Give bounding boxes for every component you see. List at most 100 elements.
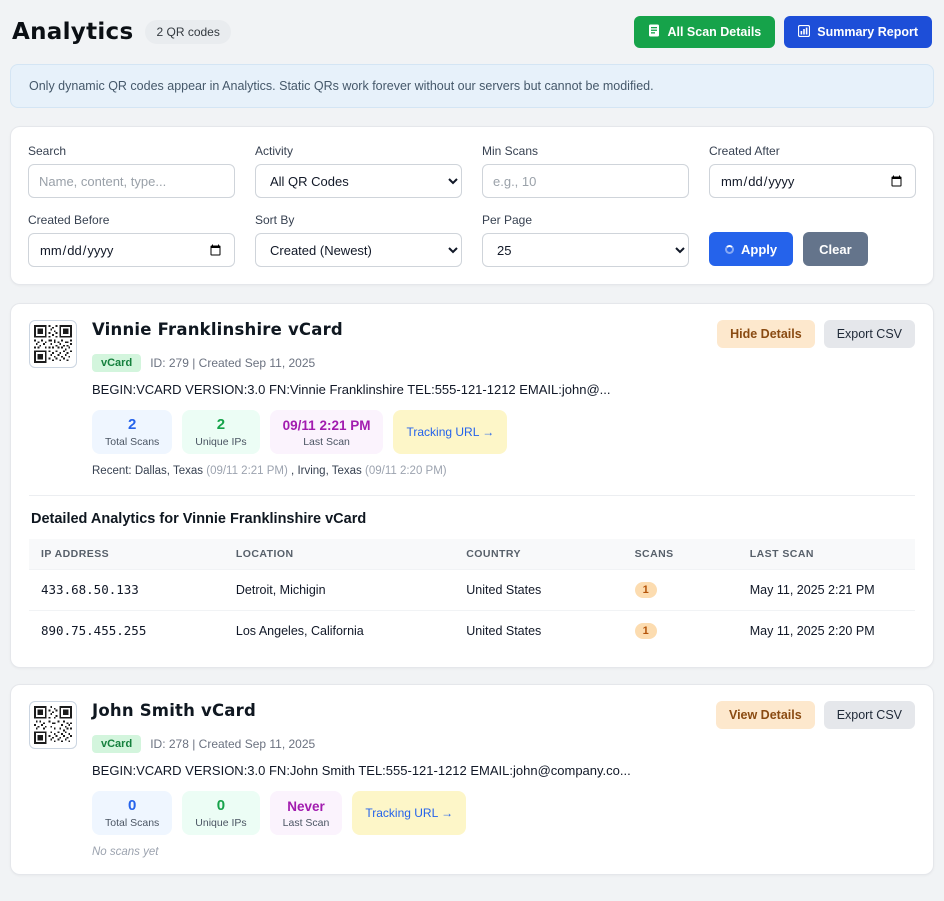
- apply-button[interactable]: Apply: [709, 232, 793, 266]
- clear-button[interactable]: Clear: [803, 232, 868, 266]
- cell-scans: 1: [623, 610, 738, 651]
- column-ip-address: IP ADDRESS: [29, 539, 224, 570]
- created-before-field-group: Created Before: [28, 213, 235, 267]
- last-scan-value: 09/11 2:21 PM: [283, 416, 371, 435]
- qr-card-vinnie: Vinnie Franklinshire vCard Hide Details …: [10, 303, 934, 668]
- column-country: COUNTRY: [454, 539, 622, 570]
- unique-ips-value: 0: [195, 797, 246, 816]
- tracking-url-link[interactable]: Tracking URL →: [406, 425, 494, 439]
- total-scans-value: 0: [105, 797, 159, 816]
- column-scans: SCANS: [623, 539, 738, 570]
- total-scans-stat: 0 Total Scans: [92, 791, 172, 835]
- type-badge: vCard: [92, 354, 141, 372]
- activity-field-group: Activity All QR Codes: [255, 144, 462, 198]
- unique-ips-label: Unique IPs: [195, 817, 246, 829]
- sort-by-field-group: Sort By Created (Newest): [255, 213, 462, 267]
- loading-spinner-icon: [725, 245, 734, 254]
- scan-details-table: IP ADDRESS LOCATION COUNTRY SCANS LAST S…: [29, 539, 915, 651]
- scan-count-badge: 1: [635, 582, 657, 598]
- info-banner-text: Only dynamic QR codes appear in Analytic…: [29, 79, 654, 93]
- search-field-group: Search: [28, 144, 235, 198]
- search-input[interactable]: [28, 164, 235, 198]
- cell-scans: 1: [623, 569, 738, 610]
- column-last-scan: LAST SCAN: [738, 539, 915, 570]
- per-page-field-group: Per Page 25: [482, 213, 689, 267]
- unique-ips-label: Unique IPs: [195, 436, 246, 448]
- last-scan-stat: 09/11 2:21 PM Last Scan: [270, 410, 384, 454]
- bar-chart-icon: [798, 25, 810, 40]
- qr-count-badge: 2 QR codes: [145, 20, 230, 44]
- last-scan-label: Last Scan: [283, 436, 371, 448]
- recent-separator: ,: [291, 465, 294, 477]
- unique-ips-value: 2: [195, 416, 246, 435]
- scan-count-badge: 1: [635, 623, 657, 639]
- tracking-url-box: Tracking URL →: [352, 791, 466, 835]
- tracking-url-link[interactable]: Tracking URL →: [365, 806, 453, 820]
- header-actions: All Scan Details Summary Report: [634, 16, 932, 48]
- search-label: Search: [28, 144, 235, 158]
- activity-select[interactable]: All QR Codes: [255, 164, 462, 198]
- content-preview: BEGIN:VCARD VERSION:3.0 FN:Vinnie Frankl…: [92, 382, 915, 397]
- qr-card-title: John Smith vCard: [92, 701, 256, 720]
- last-scan-label: Last Scan: [283, 817, 330, 829]
- qr-code-thumbnail: [29, 320, 77, 368]
- view-details-button[interactable]: View Details: [716, 701, 815, 729]
- unique-ips-stat: 0 Unique IPs: [182, 791, 259, 835]
- column-location: LOCATION: [224, 539, 454, 570]
- summary-report-label: Summary Report: [817, 25, 918, 39]
- created-after-field-group: Created After: [709, 144, 916, 198]
- export-csv-button[interactable]: Export CSV: [824, 320, 915, 348]
- created-after-input[interactable]: [709, 164, 916, 198]
- card-meta: ID: 279 | Created Sep 11, 2025: [150, 356, 315, 370]
- recent-place: Dallas, Texas: [135, 465, 203, 477]
- apply-label: Apply: [741, 242, 777, 257]
- total-scans-label: Total Scans: [105, 436, 159, 448]
- recent-time: (09/11 2:21 PM): [206, 465, 288, 477]
- total-scans-stat: 2 Total Scans: [92, 410, 172, 454]
- summary-report-button[interactable]: Summary Report: [784, 16, 932, 48]
- filter-buttons: Apply Clear: [709, 213, 916, 267]
- created-before-label: Created Before: [28, 213, 235, 227]
- total-scans-label: Total Scans: [105, 817, 159, 829]
- unique-ips-stat: 2 Unique IPs: [182, 410, 259, 454]
- min-scans-label: Min Scans: [482, 144, 689, 158]
- created-before-input[interactable]: [28, 233, 235, 267]
- info-banner: Only dynamic QR codes appear in Analytic…: [10, 64, 934, 108]
- page-header: Analytics 2 QR codes All Scan Details Su…: [10, 10, 934, 58]
- hide-details-button[interactable]: Hide Details: [717, 320, 815, 348]
- detailed-analytics-heading: Detailed Analytics for Vinnie Franklinsh…: [29, 511, 915, 527]
- page-title: Analytics: [12, 19, 133, 45]
- cell-country: United States: [454, 610, 622, 651]
- type-badge: vCard: [92, 735, 141, 753]
- tracking-url-box: Tracking URL →: [393, 410, 507, 454]
- min-scans-field-group: Min Scans: [482, 144, 689, 198]
- recent-place: Irving, Texas: [297, 465, 361, 477]
- filter-panel: Search Activity All QR Codes Min Scans C…: [10, 126, 934, 285]
- last-scan-stat: Never Last Scan: [270, 791, 343, 835]
- per-page-label: Per Page: [482, 213, 689, 227]
- detailed-analytics-section: Detailed Analytics for Vinnie Franklinsh…: [29, 495, 915, 651]
- table-header-row: IP ADDRESS LOCATION COUNTRY SCANS LAST S…: [29, 539, 915, 570]
- no-scans-text: No scans yet: [92, 846, 915, 858]
- min-scans-input[interactable]: [482, 164, 689, 198]
- last-scan-value: Never: [283, 797, 330, 816]
- card-meta: ID: 278 | Created Sep 11, 2025: [150, 737, 315, 751]
- document-icon: [648, 24, 660, 40]
- table-row: 433.68.50.133 Detroit, Michigin United S…: [29, 569, 915, 610]
- recent-time: (09/11 2:20 PM): [365, 465, 447, 477]
- analytics-page: Analytics 2 QR codes All Scan Details Su…: [0, 0, 944, 901]
- cell-location: Detroit, Michigin: [224, 569, 454, 610]
- qr-card-john-smith: John Smith vCard View Details Export CSV…: [10, 684, 934, 875]
- recent-label: Recent:: [92, 465, 132, 477]
- cell-ip: 433.68.50.133: [29, 569, 224, 610]
- sort-by-select[interactable]: Created (Newest): [255, 233, 462, 267]
- export-csv-button[interactable]: Export CSV: [824, 701, 915, 729]
- sort-by-label: Sort By: [255, 213, 462, 227]
- cell-ip: 890.75.455.255: [29, 610, 224, 651]
- activity-label: Activity: [255, 144, 462, 158]
- cell-last-scan: May 11, 2025 2:21 PM: [738, 569, 915, 610]
- per-page-select[interactable]: 25: [482, 233, 689, 267]
- created-after-label: Created After: [709, 144, 916, 158]
- table-row: 890.75.455.255 Los Angeles, California U…: [29, 610, 915, 651]
- all-scan-details-button[interactable]: All Scan Details: [634, 16, 775, 48]
